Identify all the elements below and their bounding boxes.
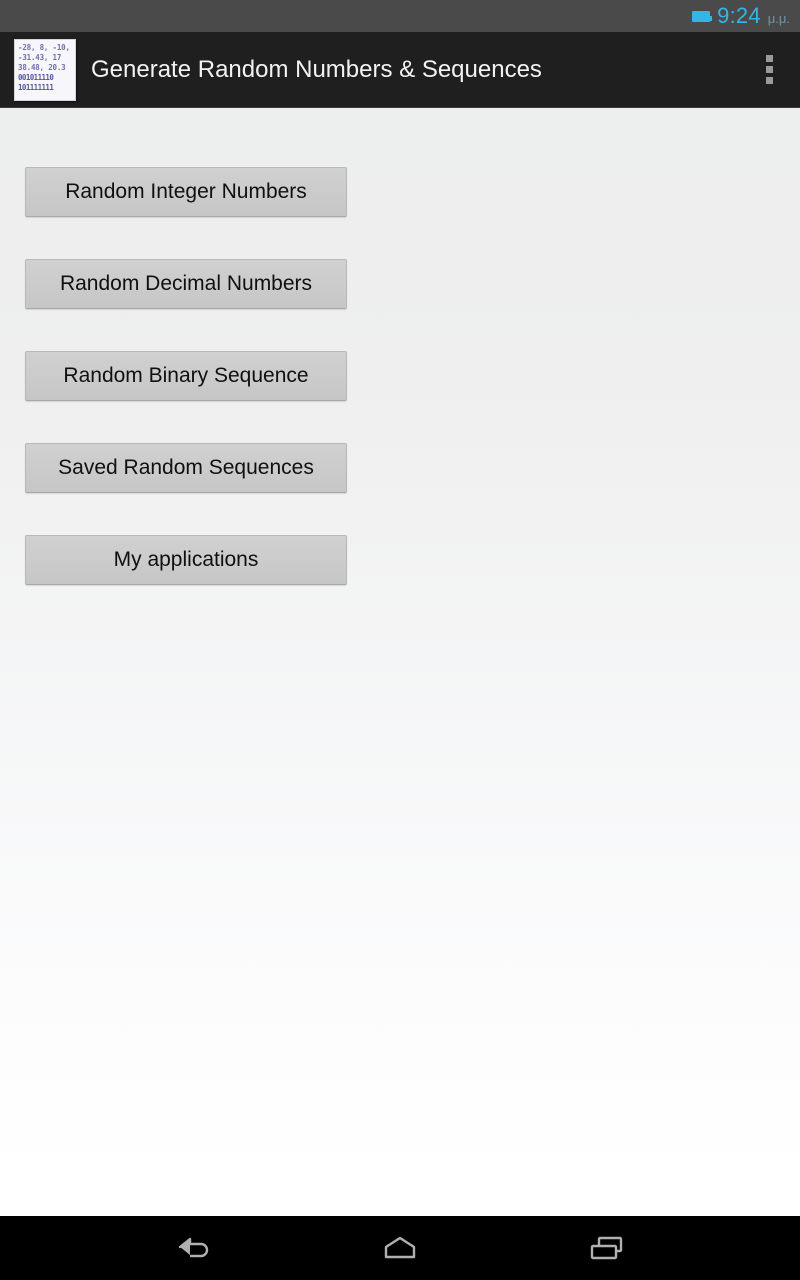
action-bar: -28, 8, -10, -31.43, 17 38.48, 20.3 0010… [0, 32, 800, 108]
page-title: Generate Random Numbers & Sequences [91, 55, 542, 83]
app-icon-line-3: 38.48, 20.3 [18, 62, 66, 72]
overflow-menu-icon[interactable] [746, 39, 792, 101]
saved-random-sequences-button[interactable]: Saved Random Sequences [25, 443, 347, 493]
battery-icon [692, 10, 713, 22]
random-decimal-numbers-button-label: Random Decimal Numbers [59, 272, 313, 295]
status-bar: 9:24 μ.μ. [0, 0, 800, 32]
saved-random-sequences-button-label: Saved Random Sequences [58, 456, 314, 479]
app-icon-line-5: 101111111 [18, 82, 54, 92]
navigation-bar [0, 1216, 800, 1280]
random-integer-numbers-button[interactable]: Random Integer Numbers [25, 167, 347, 217]
android-screen: 9:24 μ.μ. -28, 8, -10, -31.43, 17 38.48,… [0, 0, 800, 1280]
random-integer-numbers-button-label: Random Integer Numbers [65, 180, 307, 203]
app-icon-line-4: 001011110 [18, 72, 54, 82]
overflow-dot-2 [765, 66, 773, 73]
nav-back-button[interactable] [153, 1216, 233, 1280]
my-applications-button-label: My applications [113, 548, 259, 571]
random-binary-sequence-button-label: Random Binary Sequence [63, 364, 309, 387]
overflow-dot-3 [765, 77, 773, 84]
app-icon-line-1: -28, 8, -10, [18, 42, 70, 52]
app-icon-line-2: -31.43, 17 [18, 52, 62, 62]
status-bar-clock: 9:24 [717, 3, 761, 28]
back-icon [172, 1233, 214, 1263]
nav-home-button[interactable] [360, 1216, 440, 1280]
random-decimal-numbers-button[interactable]: Random Decimal Numbers [25, 259, 347, 309]
status-bar-ampm: μ.μ. [767, 11, 790, 26]
app-logo-icon[interactable]: -28, 8, -10, -31.43, 17 38.48, 20.3 0010… [14, 38, 76, 101]
my-applications-button[interactable]: My applications [25, 535, 347, 585]
random-binary-sequence-button[interactable]: Random Binary Sequence [25, 351, 347, 401]
status-bar-right-cluster: 9:24 μ.μ. [692, 5, 790, 27]
home-icon [379, 1233, 421, 1263]
nav-recents-button[interactable] [567, 1216, 647, 1280]
main-content: Random Integer Numbers Random Decimal Nu… [0, 108, 800, 1216]
overflow-dot-1 [765, 55, 773, 62]
recents-icon [586, 1233, 628, 1263]
